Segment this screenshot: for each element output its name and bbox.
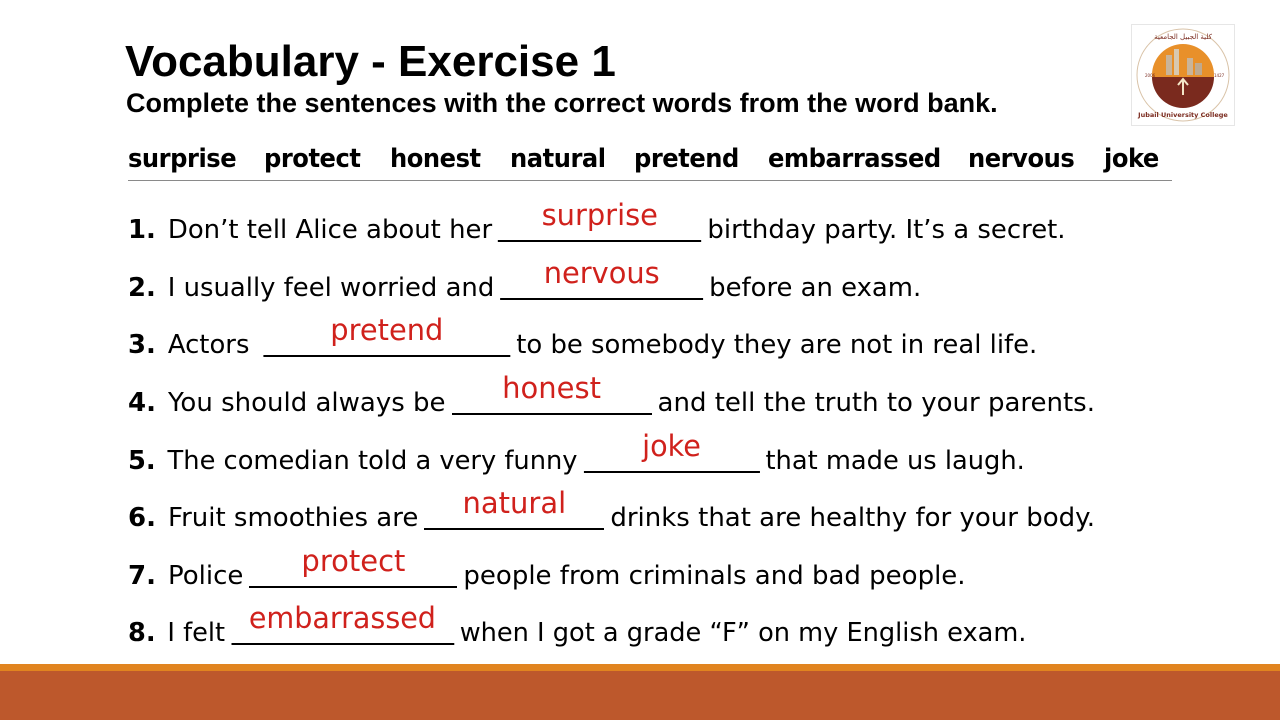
item-number: 7. — [128, 561, 156, 591]
logo-year-right: 1427 — [1214, 73, 1225, 78]
exercise-item: 8. I felt embarrassed when I got a grade “F… — [128, 601, 1027, 653]
item-number: 3. — [128, 330, 156, 360]
exercise-item: 5. The comedian told a very funny joke that… — [128, 429, 1025, 481]
logo-emblem: كلية الجبيل الجامعية 2006 1427 Jubail Un… — [1136, 28, 1230, 122]
logo-english-text: Jubail University College — [1137, 111, 1228, 119]
word-bank-item: embarrassed — [768, 144, 941, 174]
answer-text: honest — [502, 371, 601, 405]
answer-blank[interactable]: surprise — [498, 198, 702, 242]
answer-text: natural — [462, 486, 567, 520]
instructions: Complete the sentences with the correct … — [126, 88, 998, 118]
word-bank-item: honest — [390, 144, 481, 174]
answer-blank[interactable]: joke — [583, 429, 760, 473]
footer-accent-bar — [0, 664, 1280, 671]
answer-blank[interactable]: natural — [424, 486, 605, 530]
word-bank-item: pretend — [634, 144, 739, 174]
item-text-after: before an exam. — [709, 273, 922, 303]
word-bank-item: protect — [264, 144, 361, 174]
item-text-after: drinks that are healthy for your body. — [610, 503, 1096, 533]
word-bank-item: surprise — [128, 144, 237, 174]
item-text-before: I felt — [167, 618, 226, 648]
answer-blank[interactable]: honest — [451, 371, 652, 415]
answer-blank[interactable]: pretend — [263, 313, 511, 357]
answer-text: pretend — [330, 313, 444, 347]
item-text-before: The comedian told a very funny — [167, 446, 578, 476]
item-text-before: Police — [168, 561, 244, 591]
answer-text: surprise — [541, 198, 658, 232]
item-text-before: I usually feel worried and — [167, 273, 495, 303]
item-text-after: when I got a grade “F” on my English exa… — [459, 618, 1027, 648]
item-number: 1. — [128, 215, 156, 245]
logo-arabic-text: كلية الجبيل الجامعية — [1154, 33, 1212, 41]
item-number: 4. — [128, 388, 156, 418]
exercise-item: 1. Don’t tell Alice about her surprise birt… — [128, 198, 1066, 250]
word-bank-item: nervous — [968, 144, 1075, 174]
answer-text: nervous — [543, 256, 660, 290]
item-text-before: Fruit smoothies are — [168, 503, 419, 533]
college-logo: كلية الجبيل الجامعية 2006 1427 Jubail Un… — [1131, 24, 1235, 126]
item-text-before: You should always be — [168, 388, 446, 418]
exercise-item: 4. You should always be honest and tell the… — [128, 371, 1095, 423]
footer-bar — [0, 671, 1280, 720]
answer-text: joke — [642, 429, 701, 463]
item-text-after: people from criminals and bad people. — [463, 561, 966, 591]
item-number: 2. — [128, 273, 156, 303]
page-title: Vocabulary - Exercise 1 — [125, 37, 616, 86]
item-text-before: Actors — [167, 330, 250, 360]
item-text-before: Don’t tell Alice about her — [167, 215, 493, 245]
exercise-item: 3. Actors pretend to be somebody they are n… — [128, 313, 1038, 365]
item-number: 5. — [128, 446, 156, 476]
exercise-item: 7. Police protect people from criminals and… — [128, 544, 966, 596]
exercise-item: 2. I usually feel worried and nervous befor… — [128, 256, 922, 308]
word-bank-item: natural — [510, 144, 606, 174]
answer-text: protect — [301, 544, 406, 578]
answer-text: embarrassed — [248, 601, 436, 635]
item-text-after: to be somebody they are not in real life… — [516, 330, 1038, 360]
word-bank-item: joke — [1104, 144, 1159, 174]
logo-year-left: 2006 — [1145, 73, 1156, 78]
item-text-after: that made us laugh. — [765, 446, 1025, 476]
answer-blank[interactable]: protect — [249, 544, 458, 588]
exercise-item: 6. Fruit smoothies are natural drinks that … — [128, 486, 1096, 538]
item-text-after: birthday party. It’s a secret. — [707, 215, 1066, 245]
answer-blank[interactable]: embarrassed — [231, 601, 454, 645]
item-text-after: and tell the truth to your parents. — [657, 388, 1095, 418]
item-number: 6. — [128, 503, 156, 533]
word-bank: surprise protect honest natural pretend … — [128, 142, 1172, 181]
answer-blank[interactable]: nervous — [500, 256, 704, 300]
item-number: 8. — [128, 618, 156, 648]
